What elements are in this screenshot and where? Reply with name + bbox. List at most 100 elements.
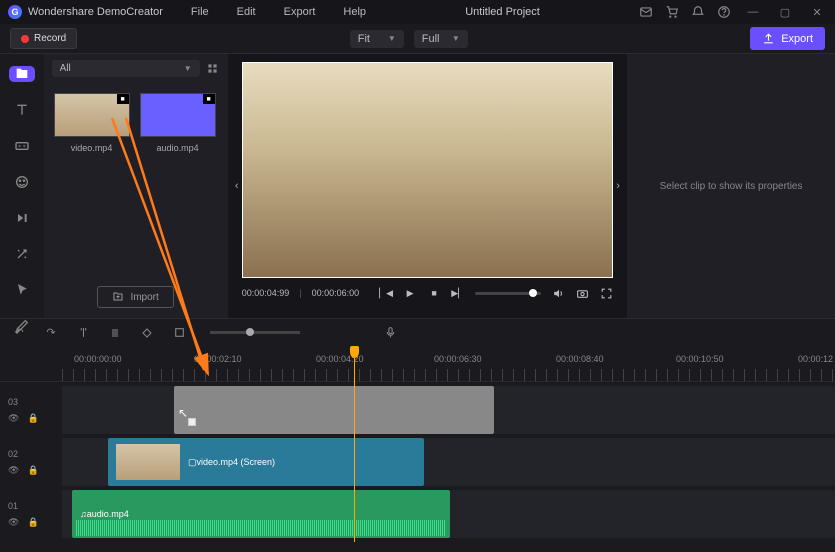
- split-button[interactable]: [76, 326, 90, 340]
- volume-icon[interactable]: [551, 286, 565, 300]
- full-dropdown[interactable]: Full ▼: [414, 30, 468, 48]
- project-title: Untitled Project: [366, 6, 639, 18]
- progress-slider[interactable]: [475, 292, 541, 295]
- clip-video-label: video.mp4 (Screen): [197, 457, 276, 467]
- clip-audio-label: audio.mp4: [87, 509, 129, 519]
- media-filter-dropdown[interactable]: All ▼: [52, 60, 200, 77]
- time-total: 00:00:06:00: [312, 288, 360, 298]
- tab-text[interactable]: [9, 102, 35, 118]
- preview-controls: 00:00:04:99 | 00:00:06:00 ▏◀ ▶ ■ ▶▏: [228, 278, 627, 308]
- cursor-pointer-icon: ↖: [178, 406, 188, 420]
- track-head-3: 03 👁 🔒: [0, 386, 62, 434]
- full-label: Full: [422, 33, 440, 45]
- record-dot-icon: [21, 35, 29, 43]
- filter-label: All: [60, 63, 71, 74]
- redo-button[interactable]: ↷: [44, 326, 58, 340]
- notification-icon[interactable]: [691, 5, 705, 19]
- toolbar: Record Fit ▼ Full ▼ Export: [0, 24, 835, 54]
- marker-button[interactable]: [108, 326, 122, 340]
- media-item-audio[interactable]: ■ audio.mp4: [140, 93, 216, 153]
- close-button[interactable]: ✕: [807, 6, 827, 19]
- preview-video[interactable]: [242, 62, 613, 278]
- music-icon: ♫: [80, 509, 87, 519]
- cart-icon[interactable]: [665, 5, 679, 19]
- import-label: Import: [130, 292, 158, 303]
- crop-button[interactable]: [172, 326, 186, 340]
- import-button[interactable]: Import: [97, 286, 173, 308]
- import-icon: [112, 291, 124, 303]
- media-tag-icon: ■: [203, 94, 215, 104]
- maximize-button[interactable]: ▢: [775, 6, 795, 19]
- tab-sticker[interactable]: [9, 174, 35, 190]
- chevron-down-icon: ▼: [184, 64, 192, 73]
- drag-ghost-icon: [188, 418, 196, 426]
- fullscreen-icon[interactable]: [599, 286, 613, 300]
- fit-label: Fit: [358, 33, 370, 45]
- menu-file[interactable]: File: [191, 6, 209, 18]
- thumbnail-icon: ■: [140, 93, 216, 137]
- minimize-button[interactable]: —: [743, 6, 763, 18]
- undo-button[interactable]: ↶: [12, 326, 26, 340]
- export-button[interactable]: Export: [750, 27, 825, 50]
- preview-panel: ‹ › 00:00:04:99 | 00:00:06:00 ▏◀ ▶ ■ ▶▏: [228, 54, 627, 318]
- menu-help[interactable]: Help: [343, 6, 366, 18]
- tab-media[interactable]: [9, 66, 35, 82]
- menu-export[interactable]: Export: [284, 6, 316, 18]
- help-icon[interactable]: [717, 5, 731, 19]
- ruler-tick: 00:00:08:40: [556, 354, 604, 364]
- screen-icon: ▢: [188, 457, 197, 468]
- track-2: 02 👁 🔒 ▢ video.mp4 (Screen): [0, 438, 835, 486]
- track-body-2[interactable]: ▢ video.mp4 (Screen): [62, 438, 835, 486]
- visible-icon[interactable]: 👁: [8, 517, 19, 528]
- track-body-1[interactable]: ♫ audio.mp4: [62, 490, 835, 538]
- chevron-down-icon: ▼: [452, 34, 460, 43]
- tab-transition[interactable]: [9, 210, 35, 226]
- tag-button[interactable]: [140, 326, 154, 340]
- timeline-toolbar: ↶ ↷: [0, 318, 835, 346]
- ruler-tick: 00:00:06:30: [434, 354, 482, 364]
- stop-button[interactable]: ■: [427, 286, 441, 300]
- timeline-ruler[interactable]: 00:00:00:0000:00:02:1000:00:04:2000:00:0…: [0, 346, 835, 382]
- waveform-icon: [76, 520, 446, 536]
- properties-panel: Select clip to show its properties: [627, 54, 835, 318]
- prev-frame-button[interactable]: ▏◀: [379, 286, 393, 300]
- play-button[interactable]: ▶: [403, 286, 417, 300]
- track-3: 03 👁 🔒: [0, 386, 835, 434]
- main-area: All ▼ ■ video.mp4 ■ audio.mp4 Import ‹ ›…: [0, 54, 835, 318]
- props-empty-text: Select clip to show its properties: [660, 181, 803, 192]
- next-chevron-icon[interactable]: ›: [611, 176, 625, 196]
- grid-view-icon[interactable]: [206, 62, 220, 76]
- fit-dropdown[interactable]: Fit ▼: [350, 30, 404, 48]
- record-button[interactable]: Record: [10, 28, 77, 49]
- track-num: 03: [8, 397, 54, 407]
- track-head-2: 02 👁 🔒: [0, 438, 62, 486]
- snapshot-icon[interactable]: [575, 286, 589, 300]
- left-tabs: [0, 54, 44, 318]
- tab-effects[interactable]: [9, 246, 35, 262]
- clip-video[interactable]: ▢ video.mp4 (Screen): [108, 438, 424, 486]
- clip-thumbnail-icon: [116, 444, 180, 480]
- visible-icon[interactable]: 👁: [8, 413, 19, 424]
- mic-button[interactable]: [383, 326, 397, 340]
- mail-icon[interactable]: [639, 5, 653, 19]
- next-frame-button[interactable]: ▶▏: [451, 286, 465, 300]
- menu-edit[interactable]: Edit: [237, 6, 256, 18]
- lock-icon[interactable]: 🔒: [27, 517, 38, 528]
- media-label: audio.mp4: [157, 143, 199, 153]
- tab-caption[interactable]: [9, 138, 35, 154]
- media-item-video[interactable]: ■ video.mp4: [54, 93, 130, 153]
- track-num: 02: [8, 449, 54, 459]
- visible-icon[interactable]: 👁: [8, 465, 19, 476]
- track-head-1: 01 👁🔒: [0, 490, 62, 538]
- lock-icon[interactable]: 🔒: [27, 413, 38, 424]
- media-label: video.mp4: [71, 143, 113, 153]
- ruler-tick: 00:00:00:00: [74, 354, 122, 364]
- playhead[interactable]: [354, 346, 355, 542]
- tab-cursor[interactable]: [9, 282, 35, 298]
- clip-audio[interactable]: ♫ audio.mp4: [72, 490, 450, 538]
- zoom-slider[interactable]: [210, 331, 300, 334]
- clip-placeholder[interactable]: [174, 386, 494, 434]
- export-label: Export: [781, 33, 813, 45]
- lock-icon[interactable]: 🔒: [27, 465, 38, 476]
- chevron-down-icon: ▼: [388, 34, 396, 43]
